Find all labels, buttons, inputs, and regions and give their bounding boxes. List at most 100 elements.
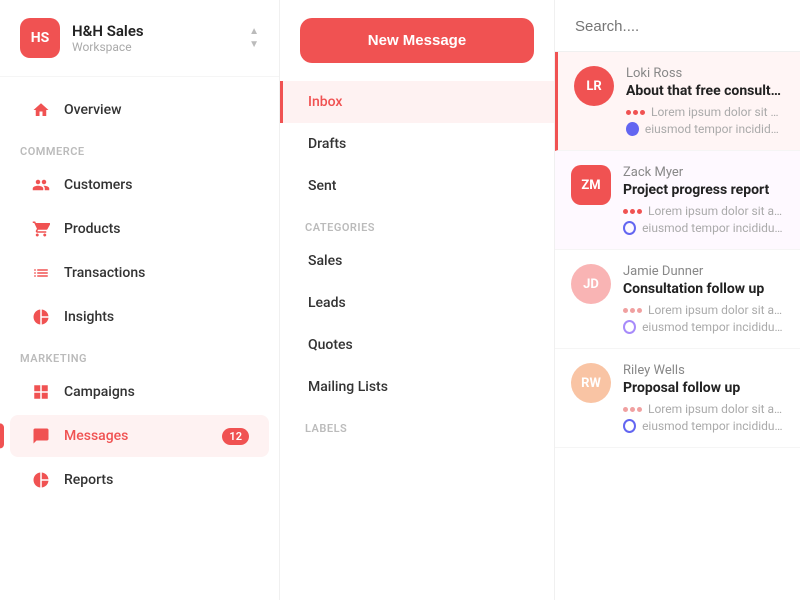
labels-section-label: Labels bbox=[280, 408, 554, 441]
inbox-label: Inbox bbox=[308, 94, 342, 110]
nav-sales[interactable]: Sales bbox=[280, 240, 554, 282]
workspace-info: H&H Sales Workspace bbox=[72, 22, 249, 54]
sidebar-item-campaigns-label: Campaigns bbox=[64, 384, 249, 400]
arrow-down-icon: ▼ bbox=[249, 39, 259, 50]
preview-3: Lorem ipsum dolor sit amet, co bbox=[648, 303, 784, 317]
sender-4: Riley Wells bbox=[623, 363, 784, 378]
sidebar-item-insights-label: Insights bbox=[64, 309, 249, 325]
messages-badge: 12 bbox=[222, 428, 249, 445]
preview2-2: eiusmod tempor incididunt ut bbox=[642, 221, 784, 235]
dots-4 bbox=[623, 407, 642, 412]
preview2-3: eiusmod tempor incididunt ut bbox=[642, 320, 784, 334]
sidebar-item-campaigns[interactable]: Campaigns bbox=[10, 371, 269, 413]
leads-label: Leads bbox=[308, 295, 346, 311]
avatar-lr: LR bbox=[574, 66, 614, 106]
dot-7 bbox=[623, 308, 628, 313]
sidebar-item-customers-label: Customers bbox=[64, 177, 249, 193]
quotes-label: Quotes bbox=[308, 337, 353, 353]
dot-10 bbox=[623, 407, 628, 412]
mailing-lists-label: Mailing Lists bbox=[308, 379, 388, 395]
sidebar-item-overview-label: Overview bbox=[64, 102, 249, 118]
sidebar-item-insights[interactable]: Insights bbox=[10, 296, 269, 338]
sidebar-item-transactions[interactable]: Transactions bbox=[10, 252, 269, 294]
message-item-zack-myer[interactable]: ZM Zack Myer Project progress report Lor… bbox=[555, 151, 800, 250]
tag-icon-3 bbox=[623, 320, 636, 334]
workspace-avatar: HS bbox=[20, 18, 60, 58]
reports-icon bbox=[30, 469, 52, 491]
nav-inbox[interactable]: Inbox bbox=[280, 81, 554, 123]
arrow-up-icon: ▲ bbox=[249, 26, 259, 37]
nav-leads[interactable]: Leads bbox=[280, 282, 554, 324]
subject-4: Proposal follow up bbox=[623, 380, 784, 396]
meta-3: Lorem ipsum dolor sit amet, co bbox=[623, 303, 784, 317]
sender-2: Zack Myer bbox=[623, 165, 784, 180]
categories-section-label: Categories bbox=[280, 207, 554, 240]
message-item-loki-ross[interactable]: LR Loki Ross About that free consultatio… bbox=[555, 52, 800, 151]
preview-1: Lorem ipsum dolor sit amet, co bbox=[651, 105, 784, 119]
preview2-1: eiusmod tempor incididunt ut bbox=[645, 122, 784, 136]
message-item-riley-wells[interactable]: RW Riley Wells Proposal follow up Lorem … bbox=[555, 349, 800, 448]
dots-1 bbox=[626, 110, 645, 115]
drafts-label: Drafts bbox=[308, 136, 346, 152]
nav-sent[interactable]: Sent bbox=[280, 165, 554, 207]
dot-4 bbox=[623, 209, 628, 214]
cart-icon bbox=[30, 218, 52, 240]
sales-label: Sales bbox=[308, 253, 342, 269]
middle-panel: New Message Inbox Drafts Sent Categories… bbox=[280, 0, 555, 600]
sidebar-item-overview[interactable]: Overview bbox=[10, 89, 269, 131]
nav-quotes[interactable]: Quotes bbox=[280, 324, 554, 366]
nav-drafts[interactable]: Drafts bbox=[280, 123, 554, 165]
new-message-button[interactable]: New Message bbox=[300, 18, 534, 63]
insights-icon bbox=[30, 306, 52, 328]
workspace-header: HS H&H Sales Workspace ▲ ▼ bbox=[0, 0, 279, 77]
sender-3: Jamie Dunner bbox=[623, 264, 784, 279]
workspace-arrows[interactable]: ▲ ▼ bbox=[249, 26, 259, 50]
avatar-jd: JD bbox=[571, 264, 611, 304]
message-content-4: Riley Wells Proposal follow up Lorem ips… bbox=[623, 363, 784, 433]
preview-row2-1: eiusmod tempor incididunt ut bbox=[626, 122, 784, 136]
avatar-zm: ZM bbox=[571, 165, 611, 205]
search-input[interactable] bbox=[575, 18, 780, 35]
dots-3 bbox=[623, 308, 642, 313]
chat-icon bbox=[30, 425, 52, 447]
sidebar-item-products[interactable]: Products bbox=[10, 208, 269, 250]
sidebar: HS H&H Sales Workspace ▲ ▼ Overview Comm… bbox=[0, 0, 280, 600]
tag-icon-1 bbox=[626, 122, 639, 136]
avatar-rw: RW bbox=[571, 363, 611, 403]
meta-2: Lorem ipsum dolor sit amet, co bbox=[623, 204, 784, 218]
nav-mailing-lists[interactable]: Mailing Lists bbox=[280, 366, 554, 408]
transactions-icon bbox=[30, 262, 52, 284]
right-panel: LR Loki Ross About that free consultatio… bbox=[555, 0, 800, 600]
tag-icon-4 bbox=[623, 419, 636, 433]
dot-6 bbox=[637, 209, 642, 214]
preview2-4: eiusmod tempor incididunt ut bbox=[642, 419, 784, 433]
dot-5 bbox=[630, 209, 635, 214]
message-content-3: Jamie Dunner Consultation follow up Lore… bbox=[623, 264, 784, 334]
dot-2 bbox=[633, 110, 638, 115]
marketing-section-label: Marketing bbox=[0, 340, 279, 369]
dots-2 bbox=[623, 209, 642, 214]
sidebar-item-reports[interactable]: Reports bbox=[10, 459, 269, 501]
message-content-2: Zack Myer Project progress report Lorem … bbox=[623, 165, 784, 235]
home-icon bbox=[30, 99, 52, 121]
sidebar-nav: Overview Commerce Customers Products Tra… bbox=[0, 77, 279, 600]
subject-1: About that free consultatio bbox=[626, 83, 784, 99]
dot-8 bbox=[630, 308, 635, 313]
subject-3: Consultation follow up bbox=[623, 281, 784, 297]
subject-2: Project progress report bbox=[623, 182, 784, 198]
message-list: LR Loki Ross About that free consultatio… bbox=[555, 52, 800, 600]
preview-row2-2: eiusmod tempor incididunt ut bbox=[623, 221, 784, 235]
sidebar-item-messages[interactable]: Messages 12 bbox=[10, 415, 269, 457]
preview-4: Lorem ipsum dolor sit amet, co bbox=[648, 402, 784, 416]
sidebar-item-customers[interactable]: Customers bbox=[10, 164, 269, 206]
dot-12 bbox=[637, 407, 642, 412]
sender-1: Loki Ross bbox=[626, 66, 784, 81]
preview-row2-3: eiusmod tempor incididunt ut bbox=[623, 320, 784, 334]
sidebar-item-products-label: Products bbox=[64, 221, 249, 237]
users-icon bbox=[30, 174, 52, 196]
grid-icon bbox=[30, 381, 52, 403]
message-item-jamie-dunner[interactable]: JD Jamie Dunner Consultation follow up L… bbox=[555, 250, 800, 349]
meta-4: Lorem ipsum dolor sit amet, co bbox=[623, 402, 784, 416]
dot-1 bbox=[626, 110, 631, 115]
message-content-1: Loki Ross About that free consultatio Lo… bbox=[626, 66, 784, 136]
